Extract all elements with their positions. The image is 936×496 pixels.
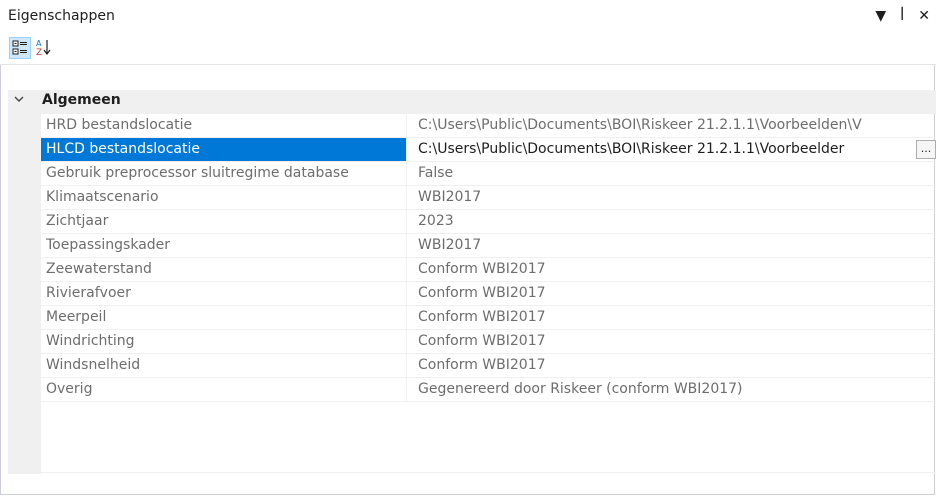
property-toolbar: A Z xyxy=(0,32,936,65)
property-row[interactable]: Windrichting Conform WBI2017 xyxy=(41,330,936,354)
property-name: Rivierafvoer xyxy=(41,282,407,305)
property-name: Zichtjaar xyxy=(41,210,407,233)
property-value[interactable]: 2023 xyxy=(409,210,936,233)
panel-title: Eigenschappen xyxy=(8,8,115,24)
property-value[interactable]: False xyxy=(409,162,936,185)
sort-az-icon: A Z xyxy=(36,39,51,58)
property-value[interactable]: WBI2017 xyxy=(409,186,936,209)
property-name: Windrichting xyxy=(41,330,407,353)
property-value[interactable]: Conform WBI2017 xyxy=(409,258,936,281)
property-row[interactable]: Toepassingskader WBI2017 xyxy=(41,234,936,258)
property-value[interactable]: Conform WBI2017 xyxy=(409,354,936,377)
property-name: Meerpeil xyxy=(41,306,407,329)
property-row[interactable]: Meerpeil Conform WBI2017 xyxy=(41,306,936,330)
property-row[interactable]: Zeewaterstand Conform WBI2017 xyxy=(41,258,936,282)
category-row[interactable]: Algemeen xyxy=(8,90,936,114)
property-value[interactable]: Conform WBI2017 xyxy=(409,306,936,329)
categorized-button[interactable] xyxy=(9,37,31,59)
property-name: HLCD bestandslocatie xyxy=(41,138,407,161)
property-value[interactable]: Conform WBI2017 xyxy=(409,282,936,305)
close-icon[interactable]: ✕ xyxy=(918,6,930,26)
property-value[interactable]: Gegenereerd door Riskeer (conform WBI201… xyxy=(409,378,936,401)
property-row[interactable]: Windsnelheid Conform WBI2017 xyxy=(41,354,936,378)
category-label: Algemeen xyxy=(42,92,121,108)
property-name: Windsnelheid xyxy=(41,354,407,377)
property-name: Toepassingskader xyxy=(41,234,407,257)
property-value[interactable]: C:\Users\Public\Documents\BOI\Riskeer 21… xyxy=(409,138,936,161)
svg-text:Z: Z xyxy=(36,48,42,57)
grid-gutter xyxy=(8,114,41,474)
categorized-icon xyxy=(12,40,27,55)
property-row[interactable]: Rivierafvoer Conform WBI2017 xyxy=(41,282,936,306)
property-name: HRD bestandslocatie xyxy=(41,114,407,137)
property-value[interactable]: WBI2017 xyxy=(409,234,936,257)
property-name: Zeewaterstand xyxy=(41,258,407,281)
svg-text:A: A xyxy=(36,39,42,48)
pin-icon[interactable]: ꟾ xyxy=(900,6,904,26)
property-row[interactable]: Zichtjaar 2023 xyxy=(41,210,936,234)
property-value[interactable]: Conform WBI2017 xyxy=(409,330,936,353)
chevron-down-icon[interactable] xyxy=(14,93,24,107)
property-row[interactable]: Gebruik preprocessor sluitregime databas… xyxy=(41,162,936,186)
property-row[interactable]: HRD bestandslocatie C:\Users\Public\Docum… xyxy=(41,114,936,138)
property-name: Overig xyxy=(41,378,407,401)
alphabetical-button[interactable]: A Z xyxy=(33,37,55,59)
property-value[interactable]: C:\Users\Public\Documents\BOI\Riskeer 21… xyxy=(409,114,936,137)
property-row[interactable]: HLCD bestandslocatie C:\Users\Public\Docu… xyxy=(41,138,936,162)
panel-titlebar: Eigenschappen ▼ ꟾ ✕ xyxy=(0,0,936,32)
property-row[interactable]: Klimaatscenario WBI2017 xyxy=(41,186,936,210)
property-row[interactable]: Overig Gegenereerd door Riskeer (conform … xyxy=(41,378,936,402)
dropdown-icon[interactable]: ▼ xyxy=(875,6,886,26)
window-controls: ▼ ꟾ ✕ xyxy=(875,6,930,26)
property-name: Klimaatscenario xyxy=(41,186,407,209)
description-divider xyxy=(8,472,936,473)
browse-button[interactable]: ... xyxy=(916,140,936,159)
property-name: Gebruik preprocessor sluitregime databas… xyxy=(41,162,407,185)
